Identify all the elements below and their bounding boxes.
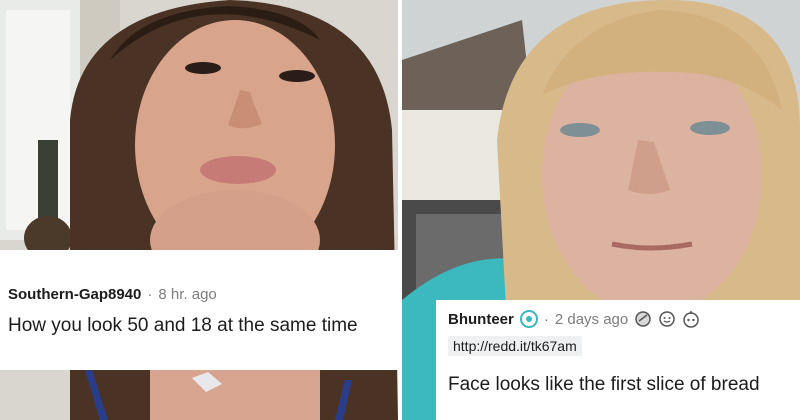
- left-comment-card: Southern-Gap8940 · 8 hr. ago How you loo…: [0, 250, 398, 370]
- helpful-award-icon[interactable]: [634, 310, 652, 328]
- left-timestamp[interactable]: 8 hr. ago: [158, 286, 216, 303]
- bravo-award-icon[interactable]: [682, 310, 700, 328]
- right-comment-meta: Bhunteer · 2 days ago: [448, 310, 790, 328]
- avatar-badge-icon: [519, 310, 538, 328]
- left-roast-panel: Southern-Gap8940 · 8 hr. ago How you loo…: [0, 0, 398, 420]
- left-username[interactable]: Southern-Gap8940: [8, 286, 141, 303]
- right-timestamp[interactable]: 2 days ago: [555, 311, 628, 328]
- right-roast-panel: Bhunteer · 2 days ago http://redd.it/tk6…: [402, 0, 800, 420]
- left-meta-separator: ·: [147, 286, 153, 303]
- left-comment-meta: Southern-Gap8940 · 8 hr. ago: [8, 286, 390, 303]
- right-username[interactable]: Bhunteer: [448, 311, 514, 328]
- right-meta-separator: ·: [543, 310, 549, 328]
- reddit-link[interactable]: http://redd.it/tk67am: [448, 336, 582, 356]
- wholesome-award-icon[interactable]: [658, 310, 676, 328]
- right-comment-card: Bhunteer · 2 days ago http://redd.it/tk6…: [436, 300, 800, 420]
- left-comment-text: How you look 50 and 18 at the same time: [8, 315, 358, 336]
- right-comment-text: Face looks like the first slice of bread: [448, 374, 760, 395]
